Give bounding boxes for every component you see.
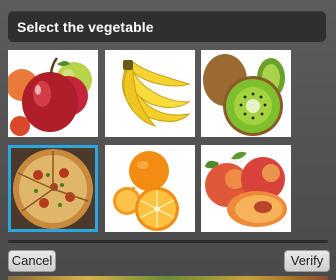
background-page-strip	[8, 276, 328, 280]
tile-pizza[interactable]	[8, 145, 98, 232]
image-grid	[8, 50, 326, 236]
tile-peaches[interactable]	[201, 145, 291, 232]
cancel-button[interactable]: Cancel	[8, 250, 56, 272]
peaches-image	[201, 145, 291, 232]
verify-button[interactable]: Verify	[284, 250, 330, 272]
tile-orange[interactable]	[105, 145, 195, 232]
tile-kiwi[interactable]	[201, 50, 291, 137]
orange-image	[105, 145, 195, 232]
apples-image	[8, 50, 98, 137]
kiwi-image	[201, 50, 291, 137]
tile-bananas[interactable]	[105, 50, 195, 137]
dialog-title: Select the vegetable	[17, 19, 154, 35]
divider	[8, 240, 328, 243]
dialog-header: Select the vegetable	[8, 11, 326, 42]
pizza-image	[8, 145, 98, 232]
tile-apples[interactable]	[8, 50, 98, 137]
captcha-dialog: Select the vegetable Cancel Verify	[0, 0, 336, 280]
bananas-image	[105, 50, 195, 137]
